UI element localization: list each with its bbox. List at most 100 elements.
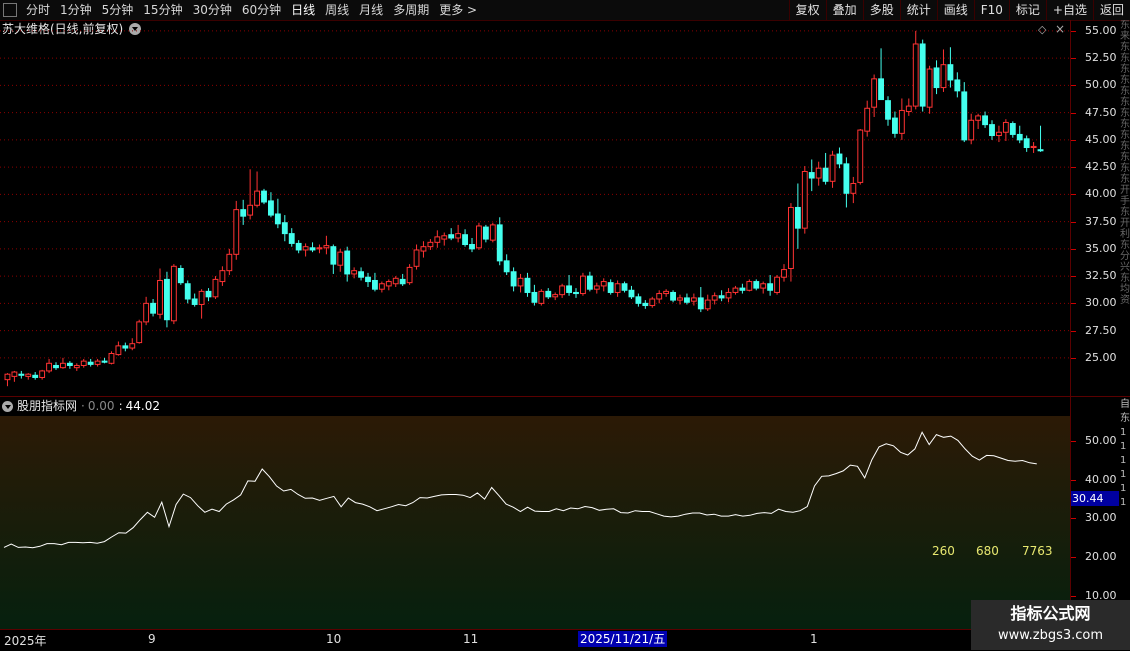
candle — [621, 281, 628, 293]
candle — [288, 228, 295, 247]
candle-body — [164, 278, 170, 321]
candle — [843, 157, 850, 208]
price-tick-label: 30.00 — [1085, 296, 1117, 310]
candle-body — [184, 283, 191, 300]
candle-body — [198, 290, 205, 305]
candlestick-chart[interactable] — [0, 20, 1070, 396]
toolbar-button[interactable]: 多股 — [862, 0, 900, 20]
period-tab[interactable]: 日线 — [286, 0, 320, 20]
toolbar-button[interactable]: 复权 — [788, 0, 826, 20]
period-tab[interactable]: 多周期 — [388, 0, 434, 20]
toolbar-button[interactable]: F10 — [973, 0, 1009, 20]
candle-body — [975, 115, 982, 121]
period-tab[interactable]: 周线 — [320, 0, 354, 20]
candle-body — [801, 170, 808, 229]
candle-body — [25, 373, 32, 377]
indicator-tick-mark — [1071, 479, 1076, 481]
candle-body — [441, 235, 448, 240]
candle — [268, 192, 274, 218]
toolbar-button[interactable]: 叠加 — [825, 0, 863, 20]
stat-3: 7763 — [1022, 544, 1053, 558]
toolbar-button[interactable]: +自选 — [1045, 0, 1093, 20]
candle — [538, 289, 545, 306]
candle-body — [205, 290, 212, 298]
candle — [593, 282, 600, 294]
toolbar-button[interactable]: 统计 — [899, 0, 937, 20]
candle-body — [725, 291, 732, 299]
indicator-background — [0, 416, 1070, 629]
candle-body — [462, 234, 468, 246]
period-tab[interactable]: 1分钟 — [55, 0, 97, 20]
side-value: 1 — [1120, 427, 1127, 438]
candle — [850, 176, 857, 204]
candle — [385, 279, 392, 291]
candle — [635, 293, 642, 307]
candle — [503, 254, 510, 276]
candle-body — [989, 124, 995, 137]
candle — [684, 293, 690, 305]
period-tab[interactable]: 30分钟 — [188, 0, 237, 20]
candle — [358, 267, 364, 281]
toolbar-right-buttons: 复权 叠加 多股 统计 画线 F10 标记 +自选 返回 — [788, 0, 1130, 20]
period-tab[interactable]: 15分钟 — [138, 0, 187, 20]
watermark-badge: 指标公式网 www.zbgs3.com — [971, 600, 1130, 650]
candle — [427, 239, 434, 250]
price-tick-label: 37.50 — [1085, 214, 1117, 228]
candle-body — [254, 190, 260, 206]
candle — [309, 242, 316, 253]
date-label: 1 — [810, 632, 818, 646]
candle — [961, 82, 968, 143]
indicator-chart[interactable] — [0, 416, 1070, 629]
candle — [157, 268, 163, 319]
candle-body — [781, 269, 787, 278]
price-tick-label: 25.00 — [1085, 350, 1117, 364]
candle — [1037, 125, 1044, 152]
candle-body — [261, 190, 267, 203]
period-tab[interactable]: 60分钟 — [237, 0, 286, 20]
candle — [177, 265, 184, 285]
candle-body — [385, 281, 392, 287]
candle-body — [108, 352, 115, 364]
candle-body — [309, 247, 316, 251]
side-value: 1 — [1120, 455, 1127, 466]
period-tab[interactable]: 5分钟 — [97, 0, 139, 20]
candle — [531, 284, 538, 306]
period-tab[interactable]: 分时 — [21, 0, 55, 20]
candle-body — [233, 209, 240, 255]
period-tab[interactable]: 更多 > — [434, 0, 482, 20]
candle — [975, 113, 982, 129]
candle-body — [420, 246, 427, 252]
candle — [80, 358, 87, 368]
candle — [586, 271, 593, 292]
layout-icon[interactable] — [3, 3, 17, 17]
candle-body — [836, 153, 843, 165]
toolbar-button[interactable]: 画线 — [936, 0, 974, 20]
candle — [642, 300, 649, 309]
candle-body — [718, 295, 725, 299]
period-tab[interactable]: 月线 — [354, 0, 388, 20]
candle-body — [177, 267, 184, 284]
candle — [25, 373, 32, 380]
candle-body — [115, 345, 122, 356]
candle-body — [1037, 149, 1044, 152]
candle — [219, 266, 226, 286]
candle — [947, 47, 954, 88]
candle-body — [524, 277, 531, 293]
candle — [628, 285, 635, 300]
side-value: 东 — [1120, 413, 1130, 424]
candle-body — [1002, 121, 1009, 133]
indicator-sep: · — [81, 399, 85, 413]
candle-body — [711, 295, 718, 301]
candle-body — [954, 79, 961, 92]
toolbar-button[interactable]: 返回 — [1092, 0, 1130, 20]
candle — [760, 281, 767, 294]
candle-body — [850, 182, 857, 194]
candle — [351, 267, 358, 279]
candle-body — [864, 107, 871, 132]
candle — [476, 222, 482, 250]
candle — [434, 230, 441, 248]
toolbar-button[interactable]: 标记 — [1008, 0, 1046, 20]
indicator-dropdown-icon[interactable] — [2, 400, 13, 412]
candle-body — [531, 291, 538, 303]
side-value: 1 — [1120, 483, 1127, 494]
